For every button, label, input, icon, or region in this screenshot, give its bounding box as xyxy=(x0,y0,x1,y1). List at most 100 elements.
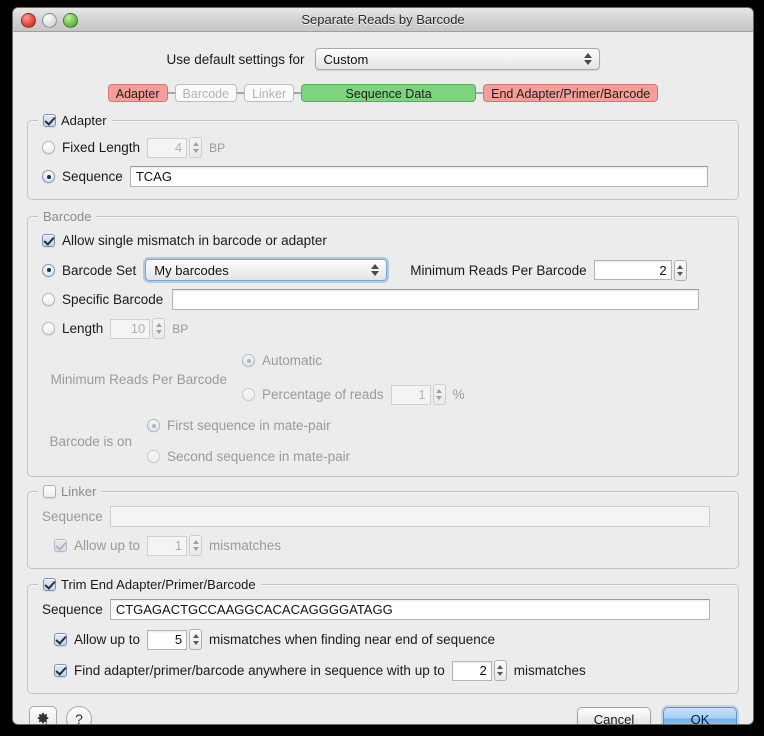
chip-barcode: Barcode xyxy=(174,84,238,102)
trim-end-allow-arrows[interactable] xyxy=(189,629,203,650)
linker-allow-arrows[interactable] xyxy=(189,535,203,556)
dialog-footer: ? Cancel OK xyxy=(13,694,753,724)
barcode-length-radio[interactable] xyxy=(42,322,55,335)
barcode-length-stepper[interactable]: 10 xyxy=(110,318,166,339)
gear-icon[interactable] xyxy=(29,706,57,724)
trim-end-group-label: Trim End Adapter/Primer/Barcode xyxy=(61,577,256,592)
min-reads-percentage-stepper[interactable]: 1 xyxy=(390,384,446,405)
linker-allow-checkbox[interactable] xyxy=(54,539,67,552)
barcode-length-row[interactable]: Length 10 BP xyxy=(42,318,724,339)
trim-end-group-body: Sequence CTGAGACTGCCAAGGCACACAGGGGATAGG … xyxy=(28,585,738,693)
trim-end-find-anywhere-prefix: Find adapter/primer/barcode anywhere in … xyxy=(74,663,445,678)
window-title: Separate Reads by Barcode xyxy=(301,12,465,27)
linker-sequence-row[interactable]: Sequence xyxy=(42,506,724,527)
adapter-group-body: Fixed Length 4 BP Sequence TCAG xyxy=(28,121,738,199)
window-controls xyxy=(21,13,78,28)
min-reads-percentage-row[interactable]: Percentage of reads 1 % xyxy=(242,384,465,405)
barcode-allow-mismatch-row[interactable]: Allow single mismatch in barcode or adap… xyxy=(42,233,724,248)
chevron-updown-icon xyxy=(583,53,592,65)
cancel-button[interactable]: Cancel xyxy=(577,707,651,724)
chip-connector xyxy=(294,92,302,94)
linker-allow-input[interactable]: 1 xyxy=(147,535,188,556)
default-settings-select[interactable]: Custom xyxy=(314,48,600,70)
trim-end-sequence-row[interactable]: Sequence CTGAGACTGCCAAGGCACACAGGGGATAGG xyxy=(42,599,724,620)
linker-sequence-label: Sequence xyxy=(42,509,103,524)
help-icon[interactable]: ? xyxy=(66,706,92,724)
barcode-length-input[interactable]: 10 xyxy=(110,318,151,339)
pipeline-diagram: Adapter Barcode Linker Sequence Data End… xyxy=(27,84,739,102)
trim-end-find-anywhere-row[interactable]: Find adapter/primer/barcode anywhere in … xyxy=(54,660,724,681)
linker-checkbox[interactable] xyxy=(43,485,56,498)
linker-allow-row[interactable]: Allow up to 1 mismatches xyxy=(54,535,724,556)
barcode-allow-mismatch-label: Allow single mismatch in barcode or adap… xyxy=(62,233,327,248)
chip-linker: Linker xyxy=(244,84,295,102)
adapter-checkbox[interactable] xyxy=(43,114,56,127)
adapter-sequence-input[interactable]: TCAG xyxy=(129,166,708,187)
linker-group-label: Linker xyxy=(61,484,97,499)
trim-end-find-anywhere-arrows[interactable] xyxy=(493,660,507,681)
linker-sequence-input[interactable] xyxy=(109,506,710,527)
zoom-button[interactable] xyxy=(63,13,78,28)
minimize-button[interactable] xyxy=(42,13,57,28)
trim-end-find-anywhere-input[interactable]: 2 xyxy=(451,660,492,681)
barcode-is-on-second-label: Second sequence in mate-pair xyxy=(167,449,351,464)
trim-end-find-anywhere-checkbox[interactable] xyxy=(54,664,67,677)
min-reads-inline-arrows[interactable] xyxy=(673,259,687,281)
adapter-fixed-length-label: Fixed Length xyxy=(62,140,141,155)
chip-connector xyxy=(167,92,175,94)
barcode-is-on-second-row[interactable]: Second sequence in mate-pair xyxy=(147,449,350,464)
min-reads-inline-input[interactable]: 2 xyxy=(593,260,672,280)
trim-end-allow-stepper[interactable]: 5 xyxy=(147,629,203,650)
barcode-set-row[interactable]: Barcode Set My barcodes Minimum Reads Pe… xyxy=(42,259,724,281)
trim-end-group-legend[interactable]: Trim End Adapter/Primer/Barcode xyxy=(38,577,261,592)
trim-end-allow-row[interactable]: Allow up to 5 mismatches when finding ne… xyxy=(54,629,724,650)
trim-end-allow-input[interactable]: 5 xyxy=(147,629,188,650)
ok-button[interactable]: OK xyxy=(663,707,737,724)
trim-end-sequence-input[interactable]: CTGAGACTGCCAAGGCACACAGGGGATAGG xyxy=(109,599,710,620)
min-reads-percentage-arrows[interactable] xyxy=(432,384,446,405)
adapter-fixed-length-stepper[interactable]: 4 xyxy=(147,137,203,158)
adapter-fixed-length-arrows[interactable] xyxy=(189,137,203,158)
linker-allow-prefix: Allow up to xyxy=(74,538,141,553)
trim-end-find-anywhere-stepper[interactable]: 2 xyxy=(451,660,507,681)
trim-end-allow-checkbox[interactable] xyxy=(54,633,67,646)
trim-end-allow-suffix: mismatches when finding near end of sequ… xyxy=(209,632,495,647)
specific-barcode-label: Specific Barcode xyxy=(62,292,164,307)
barcode-is-on-second-radio[interactable] xyxy=(147,450,160,463)
min-reads-automatic-row[interactable]: Automatic xyxy=(242,353,465,368)
barcode-is-on-label: Barcode is on xyxy=(49,433,132,449)
specific-barcode-input[interactable] xyxy=(172,289,700,310)
chip-connector xyxy=(237,92,245,94)
barcode-is-on-first-radio[interactable] xyxy=(147,419,160,432)
trim-end-checkbox[interactable] xyxy=(43,578,56,591)
linker-allow-stepper[interactable]: 1 xyxy=(147,535,203,556)
trim-end-find-anywhere-suffix: mismatches xyxy=(513,663,586,678)
linker-group-legend[interactable]: Linker xyxy=(38,484,102,499)
barcode-set-radio[interactable] xyxy=(42,263,55,277)
adapter-group: Adapter Fixed Length 4 BP Sequence TCAG xyxy=(27,113,739,200)
adapter-sequence-radio[interactable] xyxy=(42,170,55,183)
barcode-set-select[interactable]: My barcodes xyxy=(145,259,388,281)
min-reads-percentage-radio[interactable] xyxy=(242,388,255,401)
min-reads-automatic-radio[interactable] xyxy=(242,354,255,367)
specific-barcode-radio[interactable] xyxy=(42,293,55,306)
barcode-length-arrows[interactable] xyxy=(152,318,166,339)
adapter-fixed-length-input[interactable]: 4 xyxy=(147,137,188,158)
specific-barcode-row[interactable]: Specific Barcode xyxy=(42,289,724,310)
barcode-group-body: Allow single mismatch in barcode or adap… xyxy=(28,217,738,476)
min-reads-options: Automatic Percentage of reads 1 % xyxy=(242,353,465,405)
adapter-fixed-length-row[interactable]: Fixed Length 4 BP xyxy=(42,137,724,158)
close-button[interactable] xyxy=(21,13,36,28)
default-settings-label: Use default settings for xyxy=(166,51,305,67)
barcode-allow-mismatch-checkbox[interactable] xyxy=(42,234,55,247)
adapter-fixed-length-radio[interactable] xyxy=(42,141,55,154)
barcode-is-on-first-row[interactable]: First sequence in mate-pair xyxy=(147,418,350,433)
barcode-is-on-row: Barcode is on First sequence in mate-pai… xyxy=(42,418,724,464)
adapter-sequence-row[interactable]: Sequence TCAG xyxy=(42,166,724,187)
min-reads-percentage-input[interactable]: 1 xyxy=(390,384,431,405)
linker-group: Linker Sequence Allow up to 1 mismatches xyxy=(27,484,739,569)
barcode-group-label: Barcode xyxy=(43,209,92,224)
adapter-group-legend[interactable]: Adapter xyxy=(38,113,112,128)
min-reads-inline-stepper[interactable]: 2 xyxy=(593,259,687,281)
min-reads-percentage-unit: % xyxy=(452,387,465,402)
